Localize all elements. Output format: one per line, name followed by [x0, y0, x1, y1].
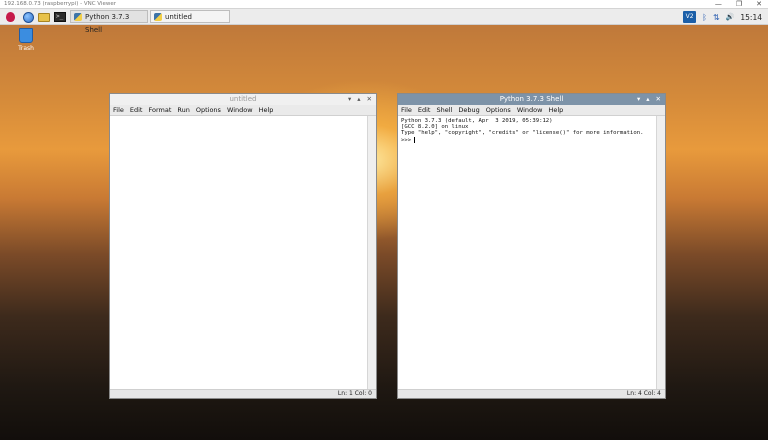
menu-file[interactable]: File [113, 105, 124, 115]
window-title: Python 3.7.3 Shell [499, 95, 564, 103]
vnc-viewer-titlebar: 192.168.0.73 (raspberrypi) - VNC Viewer … [0, 0, 768, 9]
restore-icon[interactable]: ❐ [736, 0, 742, 9]
taskbar-item-untitled[interactable]: untitled [150, 10, 230, 23]
menu-shell[interactable]: Shell [436, 105, 452, 115]
taskbar-item-python-shell[interactable]: Python 3.7.3 Shell [70, 10, 148, 34]
shell-titlebar[interactable]: Python 3.7.3 Shell ▾ ▴ ✕ [398, 94, 665, 105]
shell-prompt: >>> [401, 137, 415, 144]
taskbar-item-label: Python 3.7.3 Shell [85, 13, 130, 34]
vnc-icon[interactable]: V2 [683, 11, 697, 23]
menu-help[interactable]: Help [259, 105, 274, 115]
vnc-window-title: 192.168.0.73 (raspberrypi) - VNC Viewer [4, 1, 116, 7]
text-cursor [414, 136, 416, 143]
python-icon [154, 13, 162, 21]
menu-format[interactable]: Format [148, 105, 171, 115]
maximize-icon[interactable]: ▴ [646, 94, 649, 105]
shell-output: Python 3.7.3 (default, Apr 3 2019, 05:39… [398, 116, 656, 145]
browser-globe-icon [22, 11, 34, 23]
editor-titlebar[interactable]: untitled ▾ ▴ ✕ [110, 94, 376, 105]
vertical-scrollbar[interactable] [656, 116, 665, 389]
shell-menubar: File Edit Shell Debug Options Window Hel… [398, 105, 665, 116]
menu-options[interactable]: Options [486, 105, 511, 115]
menu-debug[interactable]: Debug [458, 105, 479, 115]
terminal-launcher[interactable]: >_ [53, 10, 67, 24]
menu-help[interactable]: Help [548, 105, 563, 115]
trash-label: Trash [18, 45, 34, 52]
vertical-scrollbar[interactable] [367, 116, 376, 389]
shell-line: Type "help", "copyright", "credits" or "… [401, 130, 644, 137]
vnc-window-controls: — ❐ ✕ [715, 0, 762, 9]
close-icon[interactable]: ✕ [756, 0, 762, 9]
taskbar-item-label: untitled [165, 13, 193, 21]
file-manager-icon [38, 12, 50, 22]
window-title: untitled [229, 95, 257, 103]
minimize-icon[interactable]: ▾ [348, 94, 351, 105]
clock[interactable]: 15:14 [740, 13, 762, 22]
menu-window[interactable]: Window [517, 105, 543, 115]
status-bar: Ln: 4 Col: 4 [398, 389, 665, 398]
editor-menubar: File Edit Format Run Options Window Help [110, 105, 376, 116]
close-icon[interactable]: ✕ [656, 94, 661, 105]
network-icon[interactable]: ⇅ [713, 13, 720, 22]
menu-edit[interactable]: Edit [130, 105, 143, 115]
shell-text-area[interactable]: Python 3.7.3 (default, Apr 3 2019, 05:39… [398, 116, 656, 389]
menu-run[interactable]: Run [177, 105, 189, 115]
trash-desktop-icon[interactable]: Trash [13, 28, 39, 52]
file-manager-launcher[interactable] [37, 10, 51, 24]
raspberry-icon [5, 12, 15, 22]
browser-launcher[interactable] [21, 10, 35, 24]
editor-text-area[interactable] [110, 116, 367, 389]
menu-edit[interactable]: Edit [418, 105, 431, 115]
system-tray: V2 ᛒ ⇅ 🔊 15:14 [683, 9, 762, 25]
menu-options[interactable]: Options [196, 105, 221, 115]
python-icon [74, 13, 82, 21]
minimize-icon[interactable]: — [715, 0, 722, 9]
editor-window: untitled ▾ ▴ ✕ File Edit Format Run Opti… [109, 93, 377, 399]
status-bar: Ln: 1 Col: 0 [110, 389, 376, 398]
minimize-icon[interactable]: ▾ [637, 94, 640, 105]
bluetooth-icon[interactable]: ᛒ [702, 13, 707, 22]
trash-icon [19, 28, 33, 43]
volume-icon[interactable]: 🔊 [726, 13, 735, 21]
maximize-icon[interactable]: ▴ [357, 94, 360, 105]
menu-window[interactable]: Window [227, 105, 253, 115]
top-panel: >_ Python 3.7.3 Shell untitled V2 ᛒ ⇅ 🔊 … [0, 9, 768, 34]
menu-file[interactable]: File [401, 105, 412, 115]
terminal-icon: >_ [54, 12, 66, 22]
close-icon[interactable]: ✕ [367, 94, 372, 105]
raspberry-menu-button[interactable] [3, 10, 17, 24]
shell-prompt-line[interactable]: >>> [401, 136, 653, 144]
shell-window: Python 3.7.3 Shell ▾ ▴ ✕ File Edit Shell… [397, 93, 666, 399]
